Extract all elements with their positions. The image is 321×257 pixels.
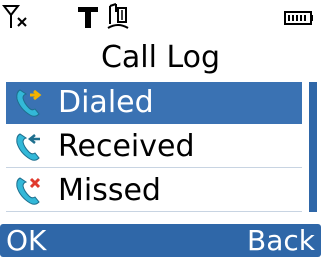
softkey-bar: OK Back	[0, 224, 321, 257]
missed-call-icon	[16, 177, 41, 205]
menu-item-dialed[interactable]: Dialed	[6, 82, 302, 124]
call-log-menu: Dialed Received Missed	[6, 82, 302, 212]
scrollbar-thumb[interactable]	[309, 82, 317, 212]
menu-item-label: Missed	[58, 173, 161, 208]
battery-icon	[284, 11, 313, 25]
silent-profile-icon	[107, 3, 129, 29]
received-call-icon	[16, 133, 40, 161]
back-softkey[interactable]: Back	[247, 224, 315, 257]
menu-item-label: Dialed	[58, 85, 154, 120]
menu-item-label: Received	[58, 129, 195, 164]
ok-softkey[interactable]: OK	[6, 224, 46, 257]
no-signal-icon	[2, 5, 27, 28]
menu-item-received[interactable]: Received	[6, 126, 302, 168]
menu-item-missed[interactable]: Missed	[6, 170, 302, 212]
status-bar	[0, 0, 321, 36]
dialed-call-icon	[16, 89, 42, 117]
scrollbar[interactable]	[309, 82, 317, 212]
t-network-icon	[78, 7, 98, 28]
page-title: Call Log	[100, 40, 221, 75]
